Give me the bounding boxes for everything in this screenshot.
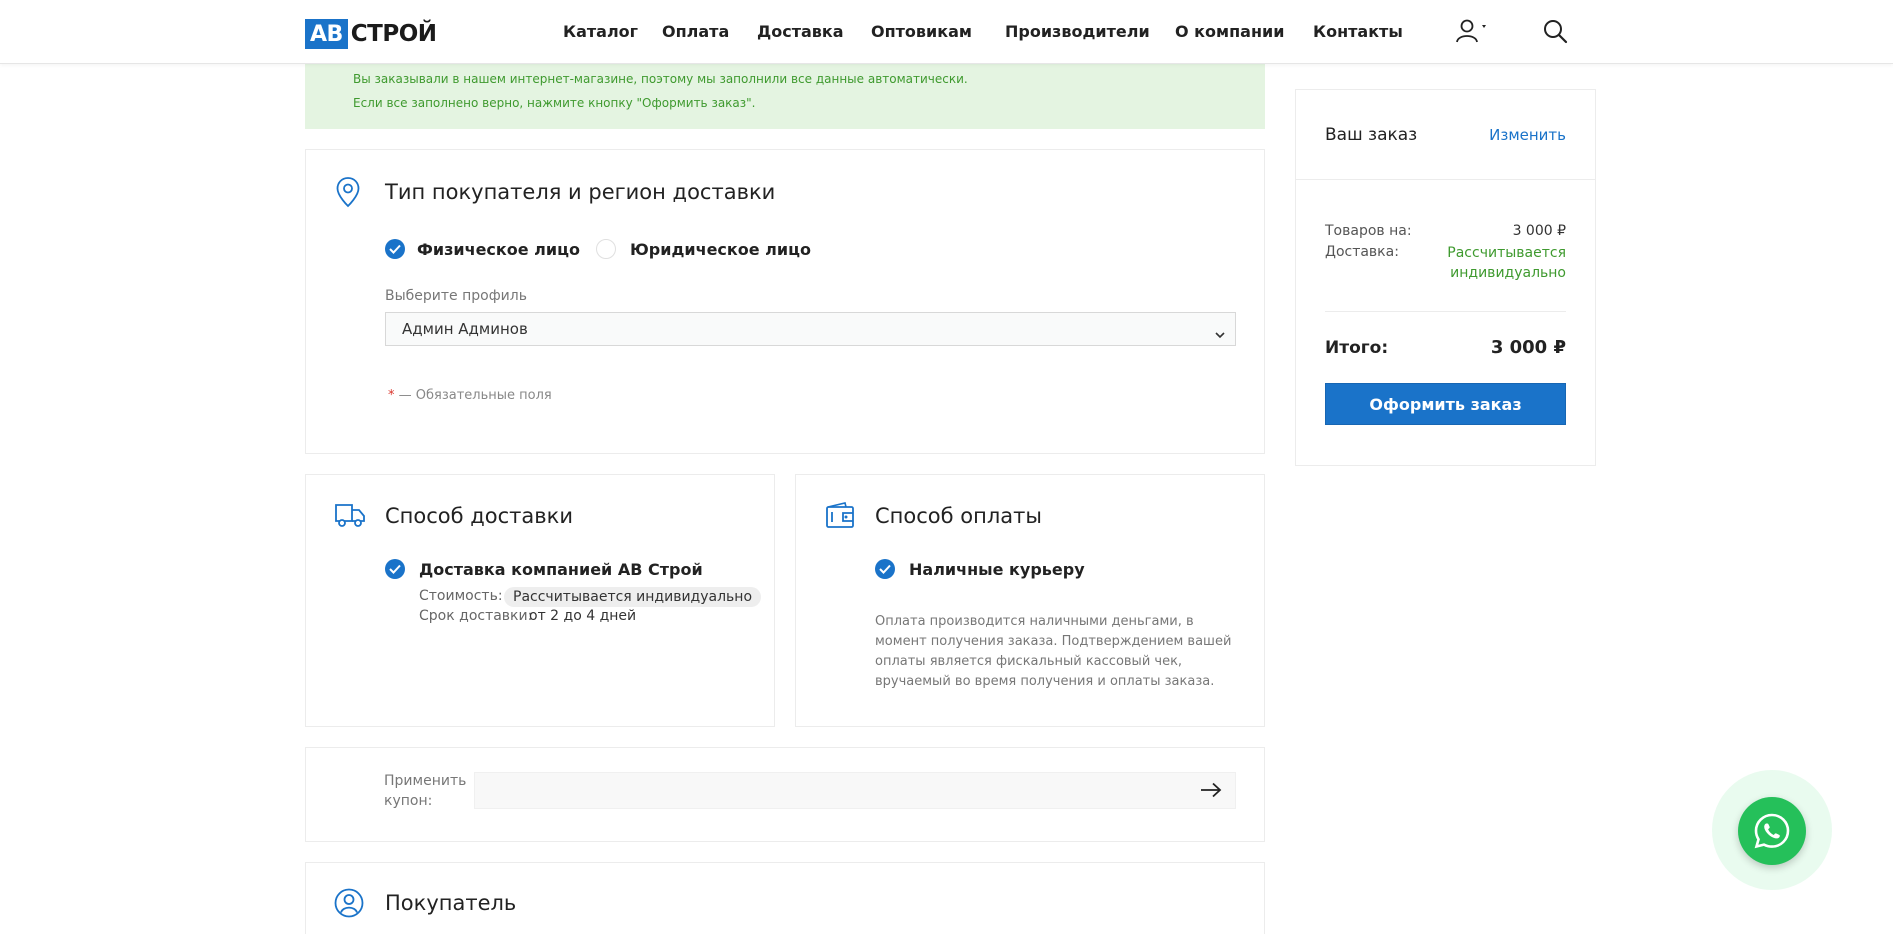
order-summary: Ваш заказ Изменить Товаров на: 3 000 ₽ Д… (1295, 89, 1596, 466)
payment-title: Способ оплаты (875, 504, 1042, 528)
order-edit-link[interactable]: Изменить (1489, 126, 1566, 144)
delivery-title: Способ доставки (385, 504, 573, 528)
delivery-cost-value: Рассчитывается индивидуально (504, 587, 762, 607)
coupon-label-line-1: Применить (384, 773, 467, 789)
total-label: Итого: (1325, 338, 1389, 358)
payment-section: Способ оплаты Наличные курьеру Оплата пр… (795, 474, 1265, 727)
nav-manufacturers[interactable]: Производители (1005, 22, 1150, 41)
whatsapp-button[interactable] (1738, 797, 1806, 865)
nav-delivery[interactable]: Доставка (757, 22, 844, 41)
order-title: Ваш заказ (1325, 125, 1418, 145)
order-divider (1325, 311, 1566, 312)
profile-select-value: Админ Админов (402, 320, 528, 338)
place-order-button[interactable]: Оформить заказ (1325, 383, 1566, 425)
search-icon[interactable] (1542, 18, 1568, 44)
delivery-label: Доставка: (1325, 244, 1399, 260)
profile-select[interactable]: Админ Админов (385, 312, 1236, 346)
wallet-icon (825, 501, 855, 533)
coupon-label-line-2: купон: (384, 793, 433, 809)
required-fields-note: * — Обязательные поля (388, 388, 552, 403)
delivery-cost-label: Стоимость: (419, 588, 503, 604)
autofill-notice: Вы заказывали в нашем интернет-магазине,… (305, 64, 1265, 129)
logo-stroy: СТРОЙ (350, 21, 437, 47)
coupon-section: Применить купон: (305, 747, 1265, 842)
profile-label: Выберите профиль (385, 288, 527, 304)
nav-about[interactable]: О компании (1175, 22, 1284, 41)
goods-label: Товаров на: (1325, 223, 1412, 239)
delivery-term-label: Срок доставки: (419, 608, 533, 624)
coupon-input[interactable] (474, 772, 1236, 809)
required-text: — Обязательные поля (394, 388, 552, 403)
delivery-term-value: от 2 до 4 дней (529, 608, 637, 624)
nav-wholesale[interactable]: Оптовикам (871, 22, 972, 41)
customer-title: Покупатель (385, 891, 517, 915)
whatsapp-icon (1754, 813, 1790, 849)
site-header: АВ СТРОЙ Каталог Оплата Доставка Оптовик… (0, 0, 1893, 64)
user-circle-icon (334, 888, 364, 922)
nav-contacts[interactable]: Контакты (1313, 22, 1403, 41)
notice-line-2: Если все заполнено верно, нажмите кнопку… (353, 96, 756, 110)
delivery-value: Рассчитывается индивидуально (1447, 243, 1566, 283)
delivery-option-radio[interactable] (385, 559, 405, 579)
payment-option-radio[interactable] (875, 559, 895, 579)
user-icon[interactable] (1455, 18, 1487, 44)
total-value: 3 000 ₽ (1490, 337, 1566, 358)
site-logo[interactable]: АВ СТРОЙ (305, 19, 437, 49)
individual-radio[interactable] (385, 239, 405, 259)
payment-option-label[interactable]: Наличные курьеру (909, 560, 1085, 579)
chevron-down-icon (1215, 325, 1225, 343)
individual-label[interactable]: Физическое лицо (417, 240, 580, 259)
logo-ab: АВ (305, 19, 348, 49)
truck-icon (334, 502, 366, 532)
buyer-type-title: Тип покупателя и регион доставки (385, 180, 776, 204)
nav-payment[interactable]: Оплата (662, 22, 729, 41)
order-summary-header: Ваш заказ Изменить (1296, 90, 1595, 180)
delivery-value-line-1: Рассчитывается (1447, 245, 1566, 261)
payment-description: Оплата производится наличными деньгами, … (875, 614, 1232, 689)
legal-entity-radio[interactable] (596, 239, 616, 259)
coupon-label: Применить купон: (384, 771, 466, 811)
location-pin-icon (335, 176, 361, 212)
arrow-right-icon[interactable] (1200, 782, 1222, 802)
buyer-type-section: Тип покупателя и регион доставки Физичес… (305, 149, 1265, 454)
delivery-section: Способ доставки Доставка компанией АВ Ст… (305, 474, 775, 727)
customer-section: Покупатель (305, 862, 1265, 934)
delivery-option-label[interactable]: Доставка компанией АВ Строй (419, 560, 703, 579)
legal-entity-label[interactable]: Юридическое лицо (630, 240, 811, 259)
delivery-value-line-2: индивидуально (1450, 265, 1566, 281)
notice-line-1: Вы заказывали в нашем интернет-магазине,… (353, 72, 968, 86)
goods-value: 3 000 ₽ (1512, 223, 1566, 239)
nav-catalog[interactable]: Каталог (563, 22, 638, 41)
